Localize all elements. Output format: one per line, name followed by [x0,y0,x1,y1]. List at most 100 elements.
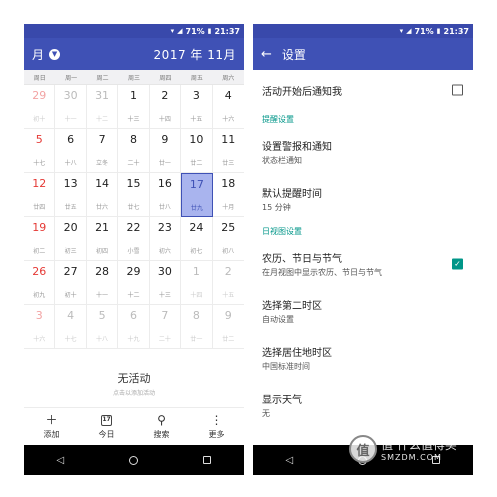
day-cell[interactable]: 14 廿六 [86,173,119,217]
day-cell[interactable]: 31 十二 [86,85,119,129]
day-cell[interactable]: 23 初六 [149,217,182,261]
day-cell[interactable]: 7 二十 [149,305,182,349]
day-cell[interactable]: 5 十七 [24,129,56,173]
day-cell[interactable]: 1 十四 [181,261,213,305]
day-cell[interactable]: 7 立冬 [86,129,119,173]
day-cell[interactable]: 19 初二 [24,217,56,261]
day-cell[interactable]: 8 二十 [118,129,150,173]
settings-row[interactable]: 选择居住地时区 中国标准时间 [253,334,473,381]
day-cell[interactable]: 8 廿一 [181,305,213,349]
day-cell[interactable]: 13 廿五 [55,173,87,217]
day-number: 1 [192,265,200,278]
day-cell-today[interactable]: 17 廿九 [181,173,213,217]
day-cell[interactable]: 4 十七 [55,305,87,349]
add-button[interactable]: ＋ 添加 [44,414,60,440]
settings-screen: ▾ ◢ 71% ▮ 21:37 ← 设置 活动开始后通知我 提醒设置 设置警报和通知… [253,24,473,475]
lunar-date: 初十 [64,292,77,299]
weekday-header: 周日 周一 周二 周三 周四 周五 周六 [24,70,244,84]
day-cell[interactable]: 6 十九 [118,305,150,349]
more-button[interactable]: ⋮ 更多 [209,414,225,440]
lunar-date: 廿二 [190,160,203,167]
day-cell[interactable]: 25 初八 [212,217,244,261]
day-number: 5 [35,133,43,146]
weekday-label: 周日 [33,74,46,82]
lunar-date: 初十 [33,116,46,123]
day-cell[interactable]: 16 廿八 [149,173,182,217]
no-event-panel[interactable]: 无活动 点击以添加活动 [24,370,244,397]
add-label: 添加 [43,429,60,439]
settings-row[interactable]: 默认提醒时间 15 分钟 [253,175,473,222]
day-number: 13 [63,177,78,190]
today-button[interactable]: 17 今日 [99,414,115,440]
chevron-down-icon[interactable]: ▼ [49,48,61,60]
day-number: 7 [98,133,106,146]
year-month-title[interactable]: 2017 年 11月 [154,46,236,63]
day-cell[interactable]: 21 初四 [86,217,119,261]
search-button[interactable]: ⚲ 搜索 [154,414,170,440]
checkbox-checked[interactable]: ✓ [452,258,463,269]
signal-icon: ◢ [406,27,412,35]
day-cell[interactable]: 6 十八 [55,129,87,173]
day-cell[interactable]: 26 初九 [24,261,56,305]
day-cell[interactable]: 3 十五 [181,85,213,129]
settings-section-header: 日视图设置 [262,226,302,236]
day-number: 29 [32,89,47,102]
day-cell[interactable]: 4 十六 [212,85,244,129]
day-number: 15 [126,177,141,190]
checkbox-unchecked[interactable] [452,84,463,96]
back-arrow-icon[interactable]: ← [261,47,272,62]
day-cell[interactable]: 27 初十 [55,261,87,305]
lunar-date: 小雪 [127,248,140,255]
day-cell[interactable]: 10 廿二 [181,129,213,173]
system-nav-bar: ◁ [24,445,244,475]
wifi-icon: ▾ [170,27,175,35]
lunar-date: 十七 [33,160,46,167]
day-cell[interactable]: 5 十八 [86,305,119,349]
day-cell[interactable]: 28 十一 [86,261,119,305]
lunar-date: 十三 [127,116,140,123]
lunar-date: 立冬 [96,160,109,167]
day-cell[interactable]: 2 十四 [149,85,182,129]
day-cell[interactable]: 2 十五 [212,261,244,305]
day-number: 9 [224,309,232,322]
wifi-icon: ▾ [399,27,404,35]
back-nav-icon[interactable]: ◁ [57,455,65,466]
day-cell[interactable]: 29 初十 [24,85,56,129]
settings-section-header: 提醒设置 [262,114,294,124]
month-grid: 29 初十 30 十一 31 十二 1 十三 2 十四 3 十五 4 十六 5 十七 6 十八 7 立冬 8 二十 9 廿一 1… [24,84,244,349]
settings-row[interactable]: 设置警报和通知 状态栏通知 [253,128,473,175]
day-cell[interactable]: 30 十一 [55,85,87,129]
day-cell[interactable]: 18 十月 [212,173,244,217]
day-cell[interactable]: 24 初七 [181,217,213,261]
day-number: 11 [221,133,236,146]
home-nav-icon[interactable] [129,455,139,465]
settings-row[interactable]: 活动开始后通知我 [253,70,473,110]
settings-row[interactable]: 选择第二时区 自动设置 [253,287,473,334]
calendar-screen: ▾ ◢ 71% ▮ 21:37 月 ▼ 2017 年 11月 周日 周一 周二 周三周… [24,24,244,475]
settings-row[interactable]: 显示天气无 [253,381,473,428]
recents-nav-icon[interactable] [203,456,212,464]
settings-row-title: 显示天气 [262,394,302,406]
lunar-date: 廿九 [190,205,203,212]
day-cell[interactable]: 12 廿四 [24,173,56,217]
day-cell[interactable]: 3 十六 [24,305,56,349]
day-cell[interactable]: 29 十二 [118,261,150,305]
day-cell[interactable]: 11 廿三 [212,129,244,173]
plus-icon: ＋ [45,413,58,427]
day-cell[interactable]: 9 廿二 [212,305,244,349]
day-number: 22 [126,221,141,234]
day-cell[interactable]: 30 十三 [149,261,182,305]
day-cell[interactable]: 1 十三 [118,85,150,129]
day-cell[interactable]: 22 小雪 [118,217,150,261]
day-cell[interactable]: 20 初三 [55,217,87,261]
day-number: 12 [32,177,47,190]
day-cell[interactable]: 9 廿一 [149,129,182,173]
settings-row[interactable]: 农历、节日与节气 在月视图中显示农历、节日与节气 ✓ [253,240,473,287]
view-selector[interactable]: 月 ▼ [32,46,61,63]
back-nav-icon[interactable]: ◁ [286,455,294,466]
weekday-label: 周五 [190,74,203,82]
day-cell[interactable]: 15 廿七 [118,173,150,217]
lunar-date: 十三 [158,292,171,299]
lunar-date: 十二 [96,116,109,123]
day-number: 4 [67,309,75,322]
